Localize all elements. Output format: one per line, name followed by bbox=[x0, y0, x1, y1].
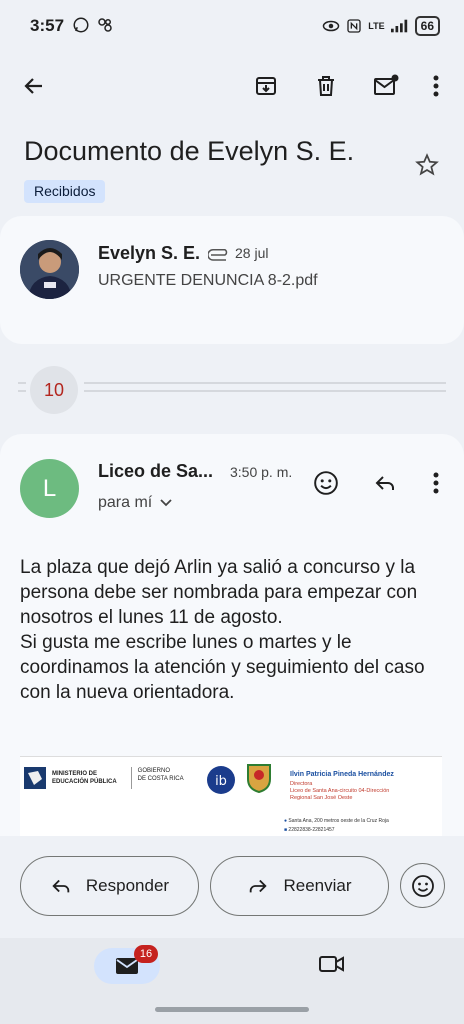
eye-icon bbox=[323, 20, 340, 32]
ministry-line2: EDUCACIÓN PÚBLICA bbox=[52, 779, 117, 785]
star-button[interactable] bbox=[414, 152, 440, 183]
message-more-button[interactable] bbox=[416, 463, 456, 503]
svg-text:ib: ib bbox=[215, 774, 227, 789]
email-subject: Documento de Evelyn S. E. bbox=[24, 136, 355, 166]
sender-name: Liceo de Sa... bbox=[98, 461, 214, 481]
archive-button[interactable] bbox=[246, 66, 286, 106]
avatar[interactable] bbox=[20, 240, 79, 299]
signature-image[interactable]: MINISTERIO DE EDUCACIÓN PÚBLICA GOBIERNO… bbox=[20, 756, 442, 836]
signature-role: Directora bbox=[290, 781, 313, 787]
body-paragraph: Si gusta me escribe lunes o martes y le … bbox=[20, 632, 425, 703]
body-paragraph: La plaza que dejó Arlin ya salió a concu… bbox=[20, 557, 418, 628]
signature-contact: ● Santa Ana, 200 metros oeste de la Cruz… bbox=[284, 817, 389, 835]
archive-icon bbox=[256, 77, 276, 95]
recipient-details-toggle[interactable]: para mí bbox=[98, 494, 172, 512]
unread-badge: 16 bbox=[134, 945, 158, 963]
signature-name: Ilvin Patricia Pineda Hernández bbox=[290, 771, 394, 778]
forward-label: Reenviar bbox=[283, 876, 352, 895]
reply-label: Responder bbox=[85, 876, 170, 895]
trash-icon bbox=[318, 76, 334, 96]
message-date: 28 jul bbox=[235, 245, 269, 261]
battery-indicator: 66 bbox=[414, 16, 440, 36]
ministry-logo: MINISTERIO DE EDUCACIÓN PÚBLICA GOBIERNO… bbox=[24, 767, 184, 789]
reply-icon bbox=[52, 879, 70, 893]
signature-school: Liceo de Santa Ana-circuito 04-Dirección bbox=[290, 788, 390, 794]
message-snippet: URGENTE DENUNCIA 8-2.pdf bbox=[98, 272, 318, 289]
add-reaction-button[interactable] bbox=[306, 463, 346, 503]
collapsed-divider bbox=[18, 390, 26, 392]
recipient-label: para mí bbox=[98, 494, 153, 511]
whatsapp-icon bbox=[73, 17, 89, 33]
chevron-down-icon bbox=[160, 499, 172, 507]
reply-button[interactable] bbox=[365, 463, 405, 503]
emoji-icon bbox=[314, 471, 338, 495]
collapsed-messages-count[interactable]: 10 bbox=[30, 366, 78, 414]
nfc-icon bbox=[347, 19, 361, 33]
video-camera-icon bbox=[319, 956, 344, 972]
profile-photo-icon bbox=[20, 240, 79, 299]
emoji-icon bbox=[411, 874, 434, 897]
collapsed-divider bbox=[84, 390, 446, 392]
mark-unread-button[interactable] bbox=[366, 66, 406, 106]
ministry-line1: MINISTERIO DE bbox=[52, 771, 98, 777]
status-notification-icons bbox=[72, 16, 114, 34]
pinwheel-icon bbox=[98, 18, 112, 32]
signature-titles: Directora Liceo de Santa Ana-circuito 04… bbox=[290, 781, 389, 802]
status-right-icons: LTE 66 bbox=[322, 16, 440, 36]
more-options-button[interactable] bbox=[416, 66, 456, 106]
inbox-label-chip[interactable]: Recibidos bbox=[24, 180, 106, 203]
attachment-icon bbox=[207, 248, 230, 266]
sender-avatar[interactable]: L bbox=[20, 459, 79, 518]
nav-meet-tab[interactable] bbox=[318, 952, 346, 981]
message-time: 3:50 p. m. bbox=[230, 464, 293, 480]
signature-address: ● Santa Ana, 200 metros oeste de la Cruz… bbox=[284, 818, 389, 824]
ib-logo-icon: ib bbox=[207, 766, 235, 794]
gov-line2: DE COSTA RICA bbox=[137, 776, 184, 782]
signature-phone: ■ 22822838-22821457 bbox=[284, 827, 335, 833]
collapsed-divider bbox=[18, 382, 26, 384]
sender-name: Evelyn S. E. bbox=[98, 243, 201, 263]
costa-rica-map-icon bbox=[24, 767, 46, 789]
reaction-button[interactable] bbox=[400, 863, 445, 908]
more-vert-icon bbox=[433, 75, 439, 97]
forward-icon bbox=[250, 879, 268, 893]
forward-pill-button[interactable]: Reenviar bbox=[210, 856, 389, 916]
signature-region: Regional San José Oeste bbox=[290, 795, 353, 801]
collapsed-divider bbox=[84, 382, 446, 384]
signal-icon bbox=[390, 19, 407, 33]
status-time: 3:57 bbox=[30, 16, 65, 35]
message-body: La plaza que dejó Arlin ya salió a concu… bbox=[20, 555, 450, 705]
back-button[interactable] bbox=[14, 66, 54, 106]
reply-icon bbox=[375, 476, 394, 490]
home-indicator[interactable] bbox=[155, 1007, 309, 1012]
network-type: LTE bbox=[368, 21, 385, 31]
mail-unread-icon bbox=[374, 74, 399, 95]
delete-button[interactable] bbox=[306, 66, 346, 106]
more-vert-icon bbox=[433, 472, 439, 494]
arrow-back-icon bbox=[24, 78, 42, 94]
gov-line1: GOBIERNO bbox=[137, 768, 171, 774]
school-crest-icon bbox=[247, 764, 271, 793]
star-icon bbox=[415, 153, 439, 176]
reply-pill-button[interactable]: Responder bbox=[20, 856, 199, 916]
